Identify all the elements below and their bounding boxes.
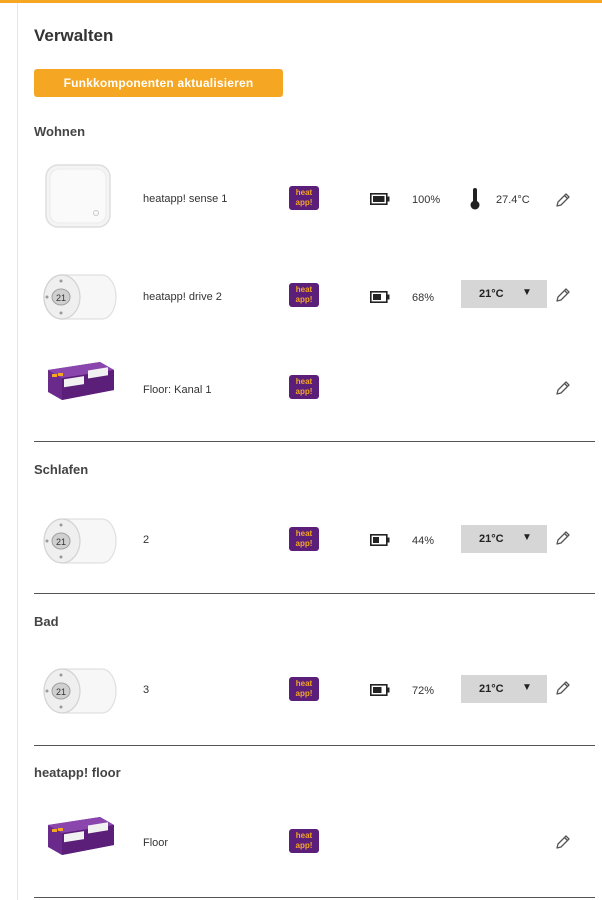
device-row: Floor heat app! (34, 803, 595, 883)
section-divider (34, 897, 595, 898)
heatapp-logo-icon: heat app! (289, 375, 319, 399)
device-name: heatapp! drive 2 (143, 291, 222, 303)
refresh-radio-components-button[interactable]: Funkkomponenten aktualisieren (34, 69, 283, 97)
device-name: heatapp! sense 1 (143, 193, 228, 205)
battery-icon (370, 193, 390, 205)
room-title-bad: Bad (34, 614, 59, 629)
page-title: Verwalten (34, 26, 114, 45)
device-row: 21 2 heat app! 44% 21°C ▼ (34, 501, 595, 581)
battery-level: 68% (412, 292, 435, 304)
chevron-down-icon: ▼ (522, 287, 532, 298)
svg-text:21: 21 (56, 687, 66, 697)
floor-module-image (48, 362, 114, 400)
section-divider (34, 441, 595, 442)
device-row: 21 heatapp! drive 2 heat app! 68% 21°C ▼ (34, 257, 595, 337)
room-title-schlafen: Schlafen (34, 462, 89, 477)
device-row: heatapp! sense 1 heat app! 100% 27.4°C (34, 159, 595, 239)
pencil-icon[interactable] (555, 834, 571, 850)
battery-level: 100% (412, 194, 441, 206)
top-accent-bar (0, 0, 602, 3)
section-divider (34, 593, 595, 594)
chevron-down-icon: ▼ (522, 532, 532, 543)
battery-icon (370, 534, 390, 546)
heatapp-logo-icon: heat app! (289, 527, 319, 551)
heatapp-logo-icon: heat app! (289, 186, 319, 210)
svg-text:21: 21 (56, 293, 66, 303)
device-name: Floor: Kanal 1 (143, 384, 212, 396)
setpoint-value: 21°C (479, 288, 504, 300)
pencil-icon[interactable] (555, 192, 571, 208)
heatapp-logo-icon: heat app! (289, 829, 319, 853)
setpoint-select[interactable]: 21°C ▼ (461, 525, 547, 553)
setpoint-value: 21°C (479, 683, 504, 695)
device-name: 3 (143, 684, 150, 696)
pencil-icon[interactable] (555, 380, 571, 396)
device-name: Floor (143, 837, 169, 849)
pencil-icon[interactable] (555, 287, 571, 303)
section-divider (34, 745, 595, 746)
thermometer-icon (470, 188, 480, 210)
svg-text:21: 21 (56, 537, 66, 547)
battery-icon (370, 291, 390, 303)
temperature-reading: 27.4°C (496, 194, 530, 206)
device-row: Floor: Kanal 1 heat app! (34, 348, 595, 428)
battery-icon (370, 684, 390, 696)
thermostat-drive-image: 21 (43, 518, 117, 564)
room-title-heatapp-floor: heatapp! floor (34, 765, 121, 780)
setpoint-select[interactable]: 21°C ▼ (461, 675, 547, 703)
floor-module-image (48, 817, 114, 855)
setpoint-select[interactable]: 21°C ▼ (461, 280, 547, 308)
pencil-icon[interactable] (555, 680, 571, 696)
thermostat-drive-image: 21 (43, 274, 117, 320)
heatapp-logo-icon: heat app! (289, 283, 319, 307)
device-name: 2 (143, 534, 150, 546)
pencil-icon[interactable] (555, 530, 571, 546)
setpoint-value: 21°C (479, 533, 504, 545)
chevron-down-icon: ▼ (522, 682, 532, 693)
room-title-wohnen: Wohnen (34, 124, 86, 139)
thermostat-drive-image: 21 (43, 668, 117, 714)
sensor-device-image (45, 164, 111, 228)
battery-level: 44% (412, 535, 435, 547)
battery-level: 72% (412, 685, 435, 697)
device-row: 21 3 heat app! 72% 21°C ▼ (34, 651, 595, 731)
heatapp-logo-icon: heat app! (289, 677, 319, 701)
left-border (17, 3, 18, 900)
